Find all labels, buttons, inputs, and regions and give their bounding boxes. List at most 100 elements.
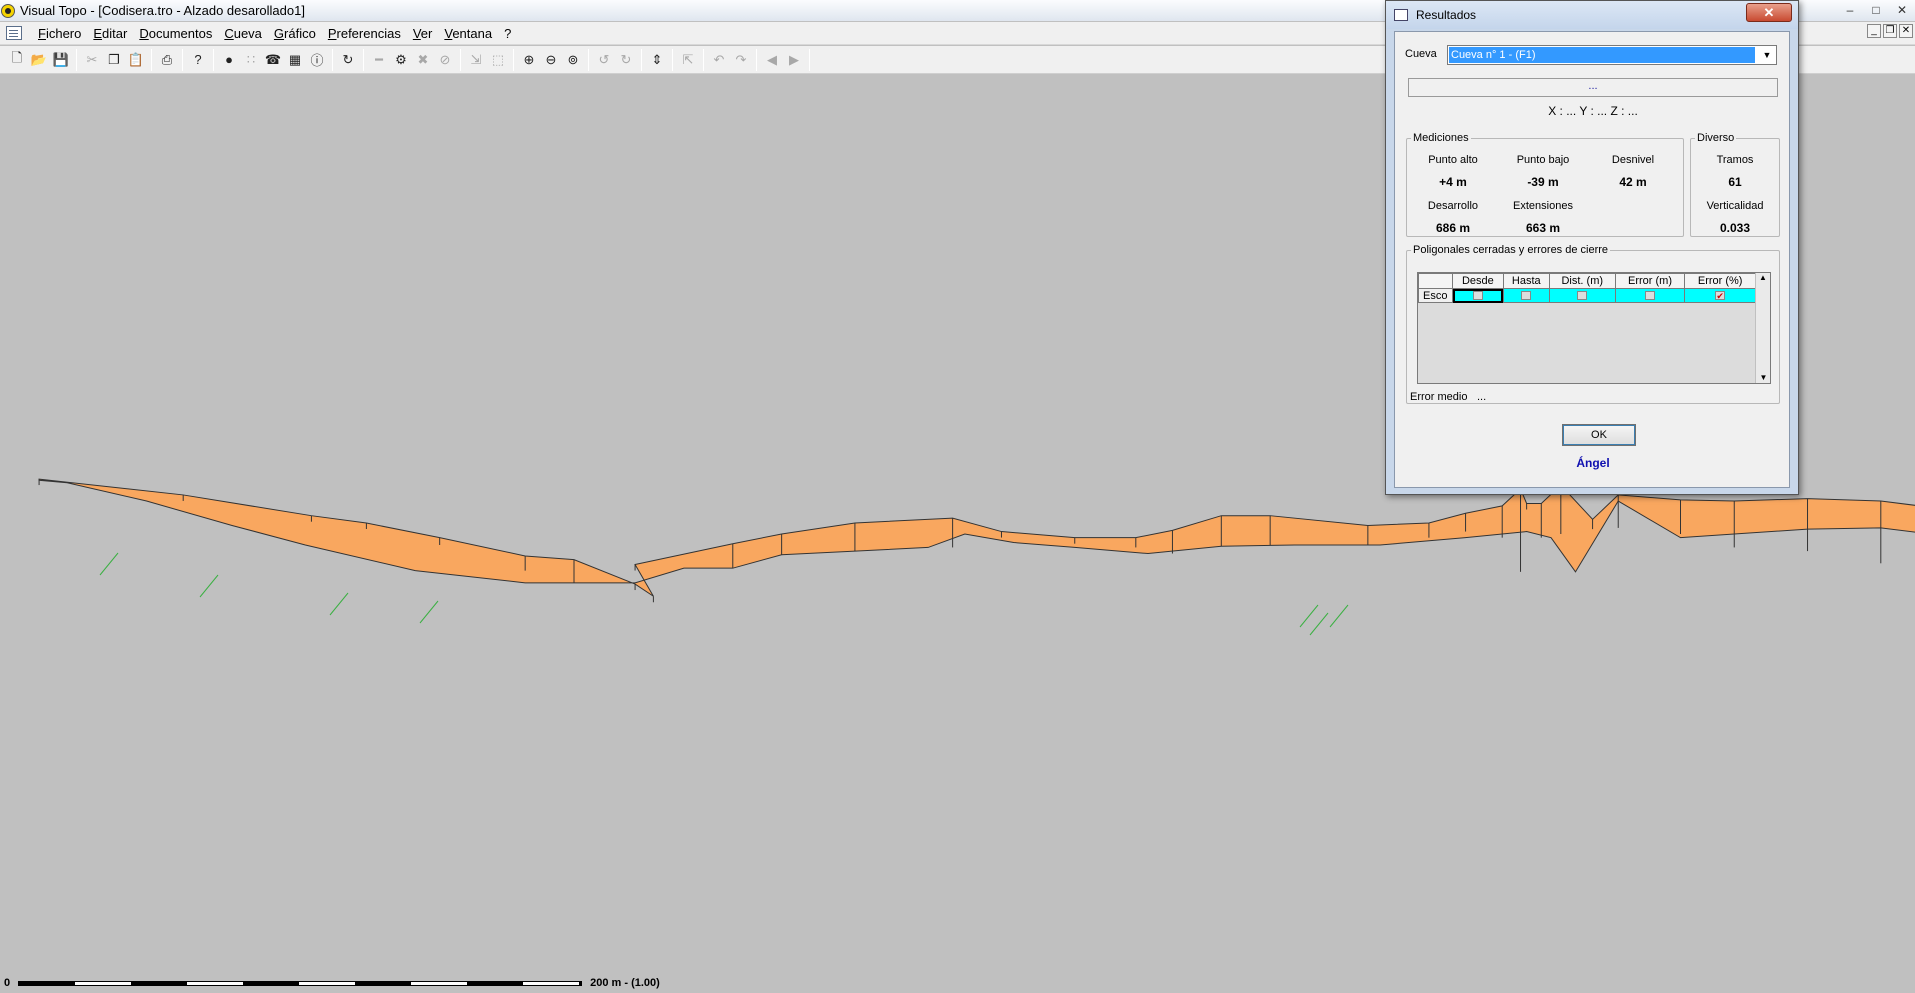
doc-close-icon[interactable]: ✕: [1899, 24, 1913, 38]
menu-editar[interactable]: Editar: [87, 22, 133, 45]
verticalidad-value: 0.033: [1719, 221, 1751, 235]
toolbar-separator: [703, 48, 704, 71]
menu-grafico[interactable]: Gráfico: [268, 22, 322, 45]
minus-icon[interactable]: ━: [368, 49, 390, 71]
scroll-up-icon[interactable]: ▲: [1756, 273, 1770, 282]
tramos: Tramos 61: [1691, 154, 1779, 189]
print-icon[interactable]: ⎙: [156, 49, 178, 71]
zoom-reset-icon[interactable]: ⊘: [434, 49, 456, 71]
cave-passage: [38, 478, 1915, 636]
error-medio-value: ...: [1477, 391, 1487, 403]
menu-cueva[interactable]: Cueva: [218, 22, 268, 45]
scale-start-label: 0: [4, 977, 11, 989]
save-icon[interactable]: 💾: [50, 49, 72, 71]
table-icon[interactable]: ▦: [284, 49, 306, 71]
passage-outline: [38, 478, 1915, 597]
ok-button[interactable]: OK: [1562, 424, 1636, 446]
cell-dist[interactable]: [1548, 288, 1616, 303]
extensiones: Extensiones 663 m: [1499, 200, 1587, 235]
doc-restore-icon[interactable]: ❐: [1883, 24, 1897, 38]
menu-documentos[interactable]: Documentos: [133, 22, 218, 45]
toolbar-separator: [332, 48, 333, 71]
cell-error-pct[interactable]: ✔: [1684, 288, 1756, 303]
column-header-error-pct[interactable]: Error (%): [1684, 273, 1756, 289]
checkbox-icon[interactable]: [1577, 291, 1588, 301]
rotate-left-icon[interactable]: ↺: [593, 49, 615, 71]
author-link[interactable]: Ángel: [1395, 456, 1791, 470]
dialog-close-button[interactable]: ✕: [1746, 3, 1792, 22]
toolbar-separator: [809, 48, 810, 71]
splay-line: [329, 592, 349, 616]
paste-icon[interactable]: 📋: [125, 49, 147, 71]
open-icon[interactable]: 📂: [28, 49, 50, 71]
dialog-title: Resultados: [1416, 8, 1477, 22]
closure-errors-table[interactable]: Desde Hasta Dist. (m) Error (m) Error (%…: [1417, 272, 1771, 384]
table-scrollbar[interactable]: ▲ ▼: [1755, 273, 1770, 383]
fit-icon[interactable]: ⇲: [465, 49, 487, 71]
checkbox-icon[interactable]: [1472, 291, 1483, 301]
cave-select[interactable]: Cueva n° 1 - (F1) ▼: [1447, 45, 1777, 65]
export-icon[interactable]: ⇱: [677, 49, 699, 71]
doc-minimize-icon[interactable]: _: [1867, 24, 1881, 38]
punto-bajo-label: Punto bajo: [1516, 154, 1570, 166]
tree-icon[interactable]: ∷: [240, 49, 262, 71]
globe-icon[interactable]: ●: [218, 49, 240, 71]
menu-help[interactable]: ?: [498, 22, 517, 45]
desnivel-value: 42 m: [1619, 175, 1647, 189]
table-row[interactable]: Esco ✔: [1418, 288, 1756, 303]
column-header-dist[interactable]: Dist. (m): [1548, 273, 1616, 289]
toolbar-separator: [76, 48, 77, 71]
splay-line: [1329, 604, 1349, 628]
menu-ver[interactable]: Ver: [407, 22, 439, 45]
toolbar-separator: [756, 48, 757, 71]
vertical-icon[interactable]: ⇕: [646, 49, 668, 71]
select-icon[interactable]: ⬚: [487, 49, 509, 71]
cell-hasta[interactable]: [1502, 288, 1550, 303]
cut-icon[interactable]: ✂: [81, 49, 103, 71]
undo-icon[interactable]: ↶: [708, 49, 730, 71]
refresh-icon[interactable]: ↻: [337, 49, 359, 71]
menu-fichero[interactable]: Fichero: [32, 22, 87, 45]
scroll-down-icon[interactable]: ▼: [1756, 373, 1771, 382]
close-icon[interactable]: ✕: [1889, 0, 1915, 19]
column-header-desde[interactable]: Desde: [1452, 273, 1504, 289]
coordinates-readout: X : ... Y : ... Z : ...: [1548, 104, 1638, 118]
checked-checkbox-icon[interactable]: ✔: [1715, 291, 1726, 301]
error-medio-label: Error medio: [1410, 391, 1468, 403]
punto-bajo-value: -39 m: [1527, 175, 1559, 189]
maximize-icon[interactable]: □: [1863, 0, 1889, 19]
info-icon[interactable]: ⓘ: [306, 49, 328, 71]
checkbox-icon[interactable]: [1645, 291, 1655, 301]
window-controls: – □ ✕: [1837, 0, 1915, 21]
zoom-window-icon[interactable]: ⊚: [562, 49, 584, 71]
checkbox-icon[interactable]: [1521, 291, 1532, 301]
scale-bar-graphic: [18, 980, 583, 986]
menu-preferencias[interactable]: Preferencias: [322, 22, 407, 45]
redo-icon[interactable]: ↷: [730, 49, 752, 71]
new-icon[interactable]: 🗋: [6, 49, 28, 71]
document-icon[interactable]: [6, 26, 22, 40]
help-icon[interactable]: ?: [187, 49, 209, 71]
splay-line: [419, 600, 439, 624]
menu-ventana[interactable]: Ventana: [438, 22, 498, 45]
desnivel-label: Desnivel: [1611, 154, 1655, 166]
settings-icon[interactable]: ⚙: [390, 49, 412, 71]
extensiones-label: Extensiones: [1513, 200, 1573, 212]
cell-error-m[interactable]: [1614, 288, 1686, 303]
chevron-down-icon[interactable]: ▼: [1759, 47, 1775, 63]
minimize-icon[interactable]: –: [1837, 0, 1863, 19]
toolbar-separator: [182, 48, 183, 71]
back-icon[interactable]: ◀: [761, 49, 783, 71]
forward-icon[interactable]: ▶: [783, 49, 805, 71]
column-header-hasta[interactable]: Hasta: [1502, 273, 1550, 289]
cell-desde[interactable]: [1452, 288, 1504, 303]
rotate-right-icon[interactable]: ↻: [615, 49, 637, 71]
copy-icon[interactable]: ❐: [103, 49, 125, 71]
diverso-legend: Diverso: [1697, 132, 1735, 144]
cross-icon[interactable]: ✖: [412, 49, 434, 71]
punto-alto-value: +4 m: [1439, 175, 1467, 189]
zoom-in-icon[interactable]: ⊕: [518, 49, 540, 71]
column-header-error-m[interactable]: Error (m): [1614, 273, 1686, 289]
zoom-out-icon[interactable]: ⊖: [540, 49, 562, 71]
network-icon[interactable]: ☎: [262, 49, 284, 71]
